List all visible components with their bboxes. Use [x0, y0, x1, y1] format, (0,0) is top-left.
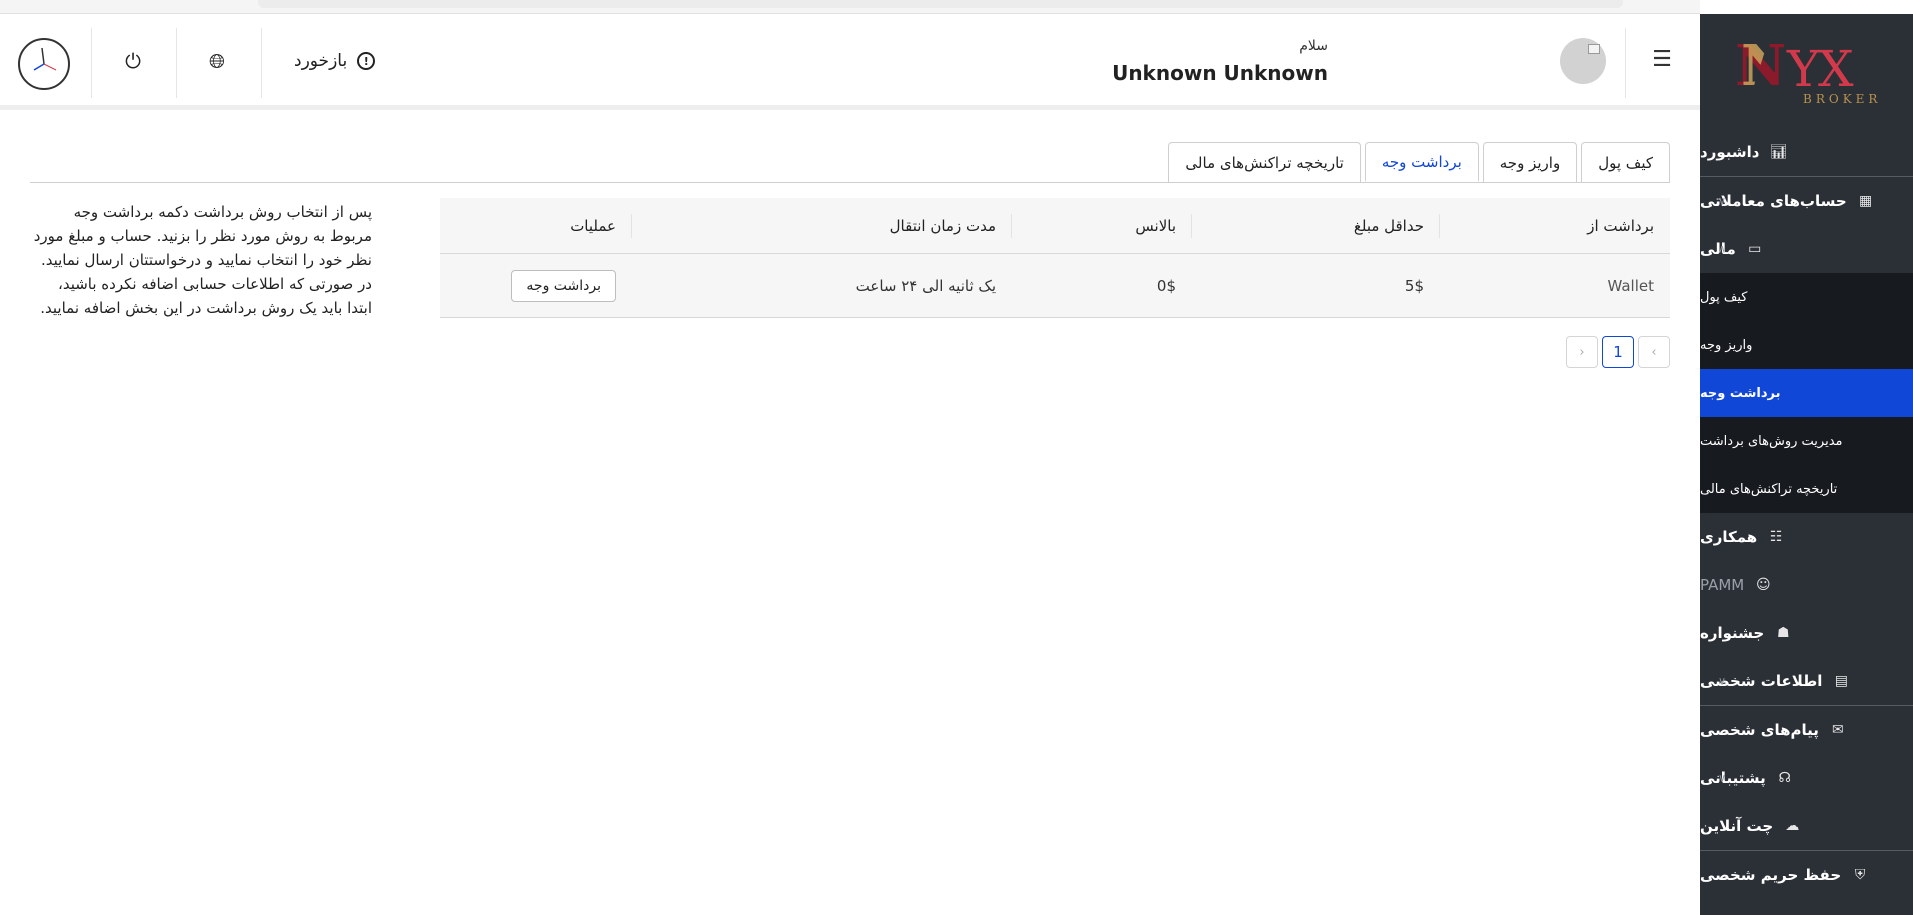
table-header: برداشت از حداقل مبلغ بالانس مدت زمان انت…: [440, 198, 1670, 254]
tab-transaction-history[interactable]: تاریخچه تراکنش‌های مالی: [1168, 142, 1361, 182]
withdraw-button[interactable]: برداشت وجه: [511, 269, 616, 302]
tab-withdraw[interactable]: برداشت وجه: [1364, 142, 1479, 182]
divider: [176, 28, 177, 98]
tab-underline: [30, 182, 1670, 183]
cell-source: Wallet: [1607, 276, 1654, 295]
finance-submenu: کیف پول واریز وجه برداشت وجه مدیریت روش‌…: [1700, 273, 1913, 513]
greeting-text: سلام: [1299, 38, 1328, 54]
cell-balance: 0$: [1156, 276, 1176, 295]
column-header: برداشت از: [1587, 216, 1654, 235]
column-header: حداقل مبلغ: [1192, 198, 1440, 253]
chart-icon: 📊︎: [1769, 144, 1788, 160]
mail-icon: ✉: [1832, 722, 1844, 738]
sidebar-item-label: چت آنلاین: [1700, 817, 1774, 835]
headset-icon: ☊: [1778, 770, 1791, 786]
sidebar-item-online-chat[interactable]: ☁ چت آنلاین: [1700, 802, 1913, 850]
withdraw-instructions: پس از انتخاب روش برداشت دکمه برداشت وجه …: [33, 203, 372, 317]
page-number-current[interactable]: 1: [1602, 336, 1634, 368]
network-icon: ☷: [1769, 529, 1783, 545]
submenu-item-transaction-history[interactable]: تاریخچه تراکنش‌های مالی: [1700, 465, 1913, 513]
wallet-icon: ▭: [1748, 241, 1762, 257]
feedback-label: بازخورد: [294, 51, 348, 71]
chevron-up-icon: ∧: [1718, 242, 1727, 256]
column-header: مدت زمان انتقال: [632, 198, 1012, 253]
submenu-item-withdraw[interactable]: برداشت وجه: [1700, 369, 1913, 417]
prev-page-button[interactable]: ‹: [1638, 336, 1670, 368]
sidebar-item-personal-info[interactable]: ▤ اطلاعات شخصی ∨: [1700, 657, 1913, 705]
analog-clock-icon: [18, 38, 70, 90]
tab-wallet[interactable]: کیف پول: [1581, 142, 1670, 182]
globe-icon[interactable]: 🌐︎: [206, 50, 228, 72]
id-card-icon: ▤: [1834, 673, 1848, 689]
sidebar-item-messages[interactable]: ✉ پیام‌های شخصی: [1700, 706, 1913, 754]
chevron-down-icon: ∨: [1718, 674, 1727, 688]
sidebar-item-pamm[interactable]: ☺ PAMM: [1700, 561, 1913, 609]
pagination: › 1 ‹: [1566, 336, 1670, 368]
divider: [261, 28, 262, 98]
broken-image-icon: [1588, 44, 1600, 54]
withdraw-methods-table: برداشت از حداقل مبلغ بالانس مدت زمان انت…: [440, 198, 1670, 318]
logo-subtitle: BROKER: [1803, 92, 1882, 106]
submenu-item-withdraw-methods[interactable]: مدیریت روش‌های برداشت: [1700, 417, 1913, 465]
column-header: بالانس: [1012, 198, 1192, 253]
sidebar-item-label: پیام‌های شخصی: [1700, 721, 1819, 739]
sidebar-item-partnership[interactable]: ☷ همکاری: [1700, 513, 1913, 561]
browser-top-strip: [0, 0, 1700, 14]
chat-icon: ☁: [1785, 818, 1800, 834]
sidebar-item-label: داشبورد: [1700, 143, 1760, 161]
sidebar: N N YX BROKER 📊︎ داشبورد ▦ حساب‌های معام…: [1700, 14, 1913, 915]
power-icon[interactable]: ⏻: [122, 50, 144, 72]
shield-icon: ⛨: [1854, 867, 1866, 883]
logo-letters-yx: YX: [1787, 40, 1854, 98]
sidebar-menu: 📊︎ داشبورد ▦ حساب‌های معاملاتی ∨ ▭ مالی …: [1700, 128, 1913, 899]
table-row: Wallet 5$ 0$ یک ثانیه الی ۲۴ ساعت برداشت…: [440, 254, 1670, 318]
sidebar-item-finance[interactable]: ▭ مالی ∧: [1700, 225, 1913, 273]
chevron-down-icon: ∨: [1718, 771, 1727, 785]
gift-icon: ☗: [1776, 625, 1790, 641]
sidebar-item-label: پشتیبانی: [1700, 769, 1766, 787]
sidebar-item-label: PAMM: [1700, 576, 1745, 594]
sidebar-item-dashboard[interactable]: 📊︎ داشبورد: [1700, 128, 1913, 176]
chevron-down-icon: ∨: [1718, 194, 1727, 208]
alert-circle-icon: !: [357, 52, 376, 70]
sidebar-item-privacy[interactable]: ⛨ حفظ حریم شخصی: [1700, 851, 1913, 899]
sidebar-item-label: حفظ حریم شخصی: [1700, 866, 1842, 884]
username: Unknown Unknown: [1112, 61, 1328, 85]
sidebar-item-trading-accounts[interactable]: ▦ حساب‌های معاملاتی ∨: [1700, 177, 1913, 225]
finance-tabs: کیف پول واریز وجه برداشت وجه تاریخچه ترا…: [1168, 142, 1670, 182]
column-header: عملیات: [440, 198, 632, 253]
cell-min-amount: 5$: [1404, 276, 1424, 295]
sidebar-item-festival[interactable]: ☗ جشنواره: [1700, 609, 1913, 657]
divider: [1625, 28, 1626, 98]
address-bar: [258, 0, 1623, 8]
users-icon: ☺: [1755, 577, 1771, 593]
grid-icon: ▦: [1859, 193, 1873, 209]
top-header: ☰ سلام Unknown Unknown ! بازخورد 🌐︎ ⏻: [0, 14, 1700, 110]
cell-transfer-duration: یک ثانیه الی ۲۴ ساعت: [855, 276, 996, 295]
divider: [91, 28, 92, 98]
feedback-button[interactable]: ! بازخورد: [294, 48, 376, 74]
sidebar-item-support[interactable]: ☊ پشتیبانی ∨: [1700, 754, 1913, 802]
cell-actions: برداشت وجه: [440, 269, 632, 302]
nyx-logo[interactable]: N N YX BROKER: [1735, 34, 1877, 106]
avatar[interactable]: [1560, 38, 1606, 84]
sidebar-item-label: همکاری: [1700, 528, 1758, 546]
tab-deposit[interactable]: واریز وجه: [1482, 142, 1578, 182]
sidebar-item-label: جشنواره: [1700, 624, 1765, 642]
submenu-item-deposit[interactable]: واریز وجه: [1700, 321, 1913, 369]
submenu-item-wallet[interactable]: کیف پول: [1700, 273, 1913, 321]
next-page-button[interactable]: ›: [1566, 336, 1598, 368]
menu-toggle-icon[interactable]: ☰: [1648, 48, 1676, 72]
